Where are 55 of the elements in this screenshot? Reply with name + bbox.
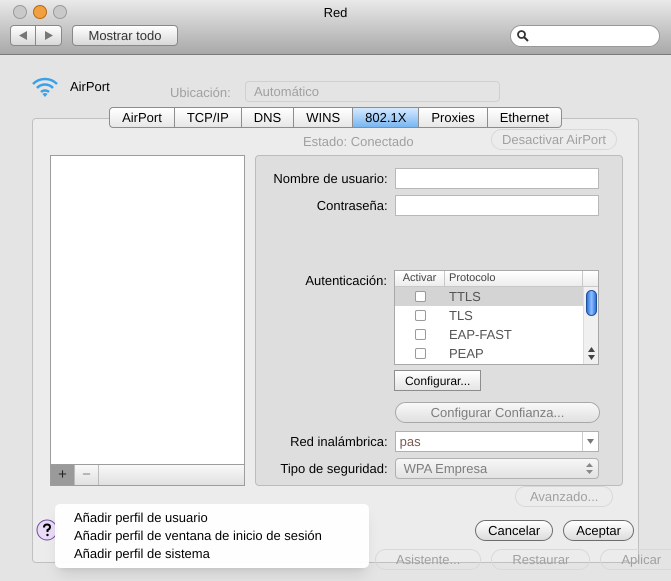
text-field[interactable] (394, 168, 599, 189)
down-arrow-icon[interactable] (588, 355, 594, 360)
add-button[interactable]: + (51, 465, 75, 485)
checkbox[interactable] (414, 329, 426, 340)
column-header[interactable]: Protocolo (445, 271, 583, 286)
table-row[interactable]: TTLS (395, 287, 583, 306)
status-text: Estado: Conectado (303, 133, 414, 151)
tab[interactable]: Proxies (419, 107, 488, 128)
service-name: AirPort (70, 78, 110, 96)
wireless-combo-box[interactable]: pas (394, 431, 599, 452)
minimize-button[interactable] (33, 5, 47, 19)
wifi-icon (30, 75, 60, 99)
menu-item[interactable]: Añadir perfil de ventana de inicio de sesión (55, 527, 369, 545)
protocol-name: EAP-FAST (448, 326, 512, 344)
field-label: Red inalámbrica: (289, 432, 389, 451)
tab[interactable]: AirPort (109, 107, 175, 128)
menu-item[interactable]: Añadir perfil de usuario (55, 509, 369, 527)
back-button[interactable] (10, 25, 36, 46)
menu-item[interactable]: Añadir perfil de sistema (55, 545, 369, 563)
location-popup: Automático (245, 81, 500, 102)
field-label: Nombre de usuario: (272, 170, 389, 188)
right-arrow-icon (44, 31, 52, 40)
field-label: Tipo de seguridad: (279, 460, 389, 478)
up-down-arrows-icon (586, 463, 593, 474)
protocol-name: TTLS (448, 288, 481, 306)
dropdown-arrow-icon (587, 439, 594, 444)
protocol-name: PEAP (448, 344, 484, 363)
search-field[interactable] (510, 25, 660, 47)
text-field[interactable] (394, 195, 599, 216)
tab[interactable]: Ethernet (488, 107, 562, 128)
location-label: Ubicación: (170, 84, 231, 102)
dialog-button[interactable]: Aceptar (563, 520, 634, 540)
field-label: Autenticación: (304, 272, 388, 290)
tab[interactable]: 802.1X (353, 107, 420, 128)
window-title: Red (322, 4, 348, 22)
search-icon (517, 30, 529, 42)
close-button[interactable] (13, 5, 27, 19)
tab[interactable]: TCP/IP (174, 107, 242, 128)
dialog-button[interactable]: Cancelar (475, 520, 554, 540)
checkbox[interactable] (414, 310, 426, 321)
zoom-button[interactable] (53, 5, 67, 19)
column-header[interactable]: Activar (395, 271, 445, 286)
scrollbar[interactable] (583, 287, 598, 364)
protocol-name: TLS (448, 306, 473, 325)
left-arrow-icon (19, 31, 27, 40)
up-arrow-icon[interactable] (588, 347, 594, 352)
checkbox[interactable] (414, 291, 426, 302)
tab[interactable]: DNS (242, 107, 294, 128)
configure-button[interactable]: Configurar... (394, 370, 482, 391)
tab[interactable]: WINS (294, 107, 354, 128)
scroll-thumb[interactable] (586, 290, 596, 316)
checkbox[interactable] (414, 348, 426, 359)
show-all-button[interactable]: Mostrar todo (72, 25, 178, 46)
forward-button[interactable] (36, 25, 62, 46)
field-label: Contraseña: (316, 196, 389, 215)
